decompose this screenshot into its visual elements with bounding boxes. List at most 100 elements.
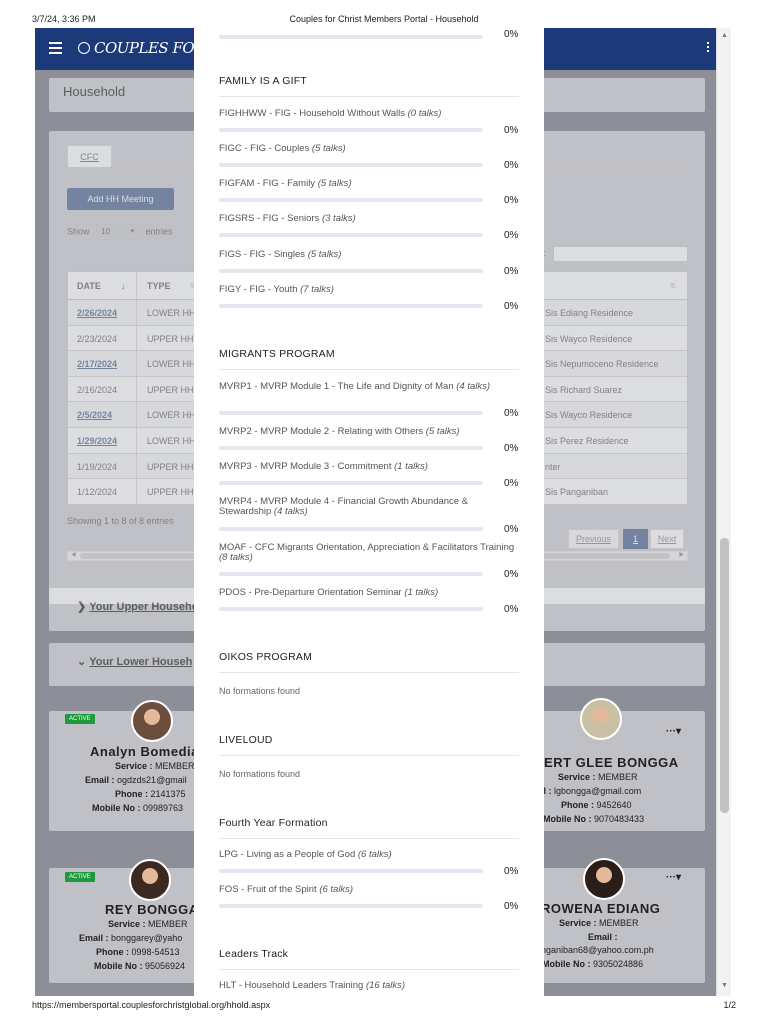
scroll-down-icon[interactable]: ▼ [721,982,728,989]
chevron-right-icon: ❯ [77,601,87,613]
column-divider [136,272,137,299]
meeting-type: UPPER HH [147,487,194,498]
meeting-date[interactable]: 2/5/2024 [77,410,112,420]
talk-count: (5 talks) [311,143,346,154]
avatar [131,700,173,742]
search-input[interactable] [553,246,688,262]
entries-select[interactable]: 10 ▾ [96,224,140,240]
section-title: LIVELOUD [219,734,273,746]
scroll-right-icon[interactable]: ▶ [679,551,684,558]
meeting-date[interactable]: 1/29/2024 [77,436,117,446]
member-email: panganiban68@yahoo.com.ph [531,945,654,955]
dots-icon: ··· [666,872,676,883]
page-scrollbar[interactable]: ▲ ▼ [716,28,731,996]
meeting-date[interactable]: 2/17/2024 [77,359,117,369]
formation-item: FIGFAM - FIG - Family (5 talks) [219,178,519,189]
service-value: MEMBER [599,918,639,928]
status-badge: ACTIVE [65,872,95,882]
avatar [583,858,625,900]
member-options-menu[interactable]: ···▾ [666,726,681,737]
member-phone: Phone : 2141375 [115,789,186,799]
progress-percent: 0% [504,29,519,40]
section-title: Fourth Year Formation [219,817,328,829]
member-options-menu[interactable]: ···▾ [666,872,681,883]
meeting-type: UPPER HH [147,333,194,344]
meeting-date[interactable]: 2/26/2024 [77,308,117,318]
meeting-type: LOWER HH [147,308,196,318]
member-mobile: Mobile No : 9305024886 [542,959,643,969]
section-title: Leaders Track [219,948,289,960]
print-url: https://membersportal.couplesforchristgl… [32,1000,271,1010]
column-divider [136,402,137,427]
section-divider [219,969,519,970]
pagination-previous[interactable]: Previous [568,529,619,549]
progress-percent: 0% [504,266,519,277]
formation-name: MVRP3 - MVRP Module 3 - Commitment [219,461,392,472]
column-divider [136,376,137,402]
talk-count: (6 talks) [357,849,392,860]
meeting-type: LOWER HH [147,359,196,370]
progress-bar [219,446,483,450]
print-header: 3/7/24, 3:36 PM Couples for Christ Membe… [32,14,736,26]
email-value: ogdzds21@gmail [117,775,187,785]
section-divider [219,672,519,673]
member-mobile: Mobile No : 95056924 [94,961,185,971]
add-hh-meeting-button[interactable]: Add HH Meeting [67,188,174,210]
sort-icon[interactable]: ⇅ [670,282,676,290]
service-label: Service : [115,761,153,771]
mobile-value: 9070483433 [594,814,645,824]
formation-item: MVRP2 - MVRP Module 2 - Relating with Ot… [219,426,519,437]
formation-name: PDOS - Pre-Departure Orientation Seminar [219,587,402,598]
column-header-date[interactable]: DATE [77,281,101,291]
meeting-location: Sis Wayco Residence [545,333,633,344]
empty-message: No formations found [219,686,301,696]
phone-label: Phone : [115,789,148,799]
formation-name: HLT - Household Leaders Training [219,980,364,991]
talk-count: (6 talks) [319,884,354,895]
formation-name: FIGS - FIG - Singles [219,249,306,260]
progress-bar [219,572,483,576]
email-label: Email : [79,933,109,943]
formation-name: FIGY - FIG - Youth [219,284,298,295]
lower-household-title[interactable]: ⌄ Your Lower Househ [77,655,192,668]
avatar [129,859,171,901]
member-email: Email : ogdzds21@gmail [85,775,187,785]
column-header-type[interactable]: TYPE [147,281,171,291]
member-name: REY BONGGA [105,902,199,917]
pagination-next[interactable]: Next [650,529,684,549]
email-label: Email : [85,775,115,785]
progress-bar [219,128,483,132]
meeting-type: UPPER HH [147,461,194,472]
sort-desc-icon[interactable]: ↓ [121,281,126,291]
formation-item: PDOS - Pre-Departure Orientation Seminar… [219,587,519,598]
email-label: Email : [588,932,618,942]
service-value: MEMBER [155,761,195,771]
formation-item: FOS - Fruit of the Spirit (6 talks) [219,884,519,895]
meeting-type: LOWER HH [147,435,196,446]
upper-household-title[interactable]: ❯ Your Upper Househo [77,600,198,613]
member-service: Service : MEMBER [558,772,638,782]
progress-percent: 0% [504,524,519,535]
progress-bar [219,527,483,531]
progress-bar [219,411,483,415]
formation-name: MVRP4 - MVRP Module 4 - Financial Growth… [219,496,469,518]
talk-count: (7 talks) [300,284,334,295]
scrollbar-thumb[interactable] [720,538,729,813]
member-rowena: ···▾ ROWENA EDIANG Service : MEMBER Emai… [525,858,695,983]
scroll-left-icon[interactable]: ◀ [71,551,76,558]
meeting-date: 1/12/2024 [77,487,118,498]
avatar [580,698,622,740]
member-service: Service : MEMBER [559,918,639,928]
section-title: MIGRANTS PROGRAM [219,348,335,360]
member-service: Service : MEMBER [115,761,195,771]
section-divider [219,755,519,756]
pagination-page-1[interactable]: 1 [623,529,648,549]
scroll-up-icon[interactable]: ▲ [721,32,728,39]
tab-cfc[interactable]: CFC [67,145,112,167]
member-name: Analyn Bomedia [90,744,199,759]
formation-item: MVRP4 - MVRP Module 4 - Financial Growth… [219,496,519,518]
service-value: MEMBER [148,919,188,929]
progress-percent: 0% [504,901,519,912]
member-email: mail : lgbongga@gmail.com [528,786,641,796]
meeting-location: Sis Perez Residence [545,435,629,446]
